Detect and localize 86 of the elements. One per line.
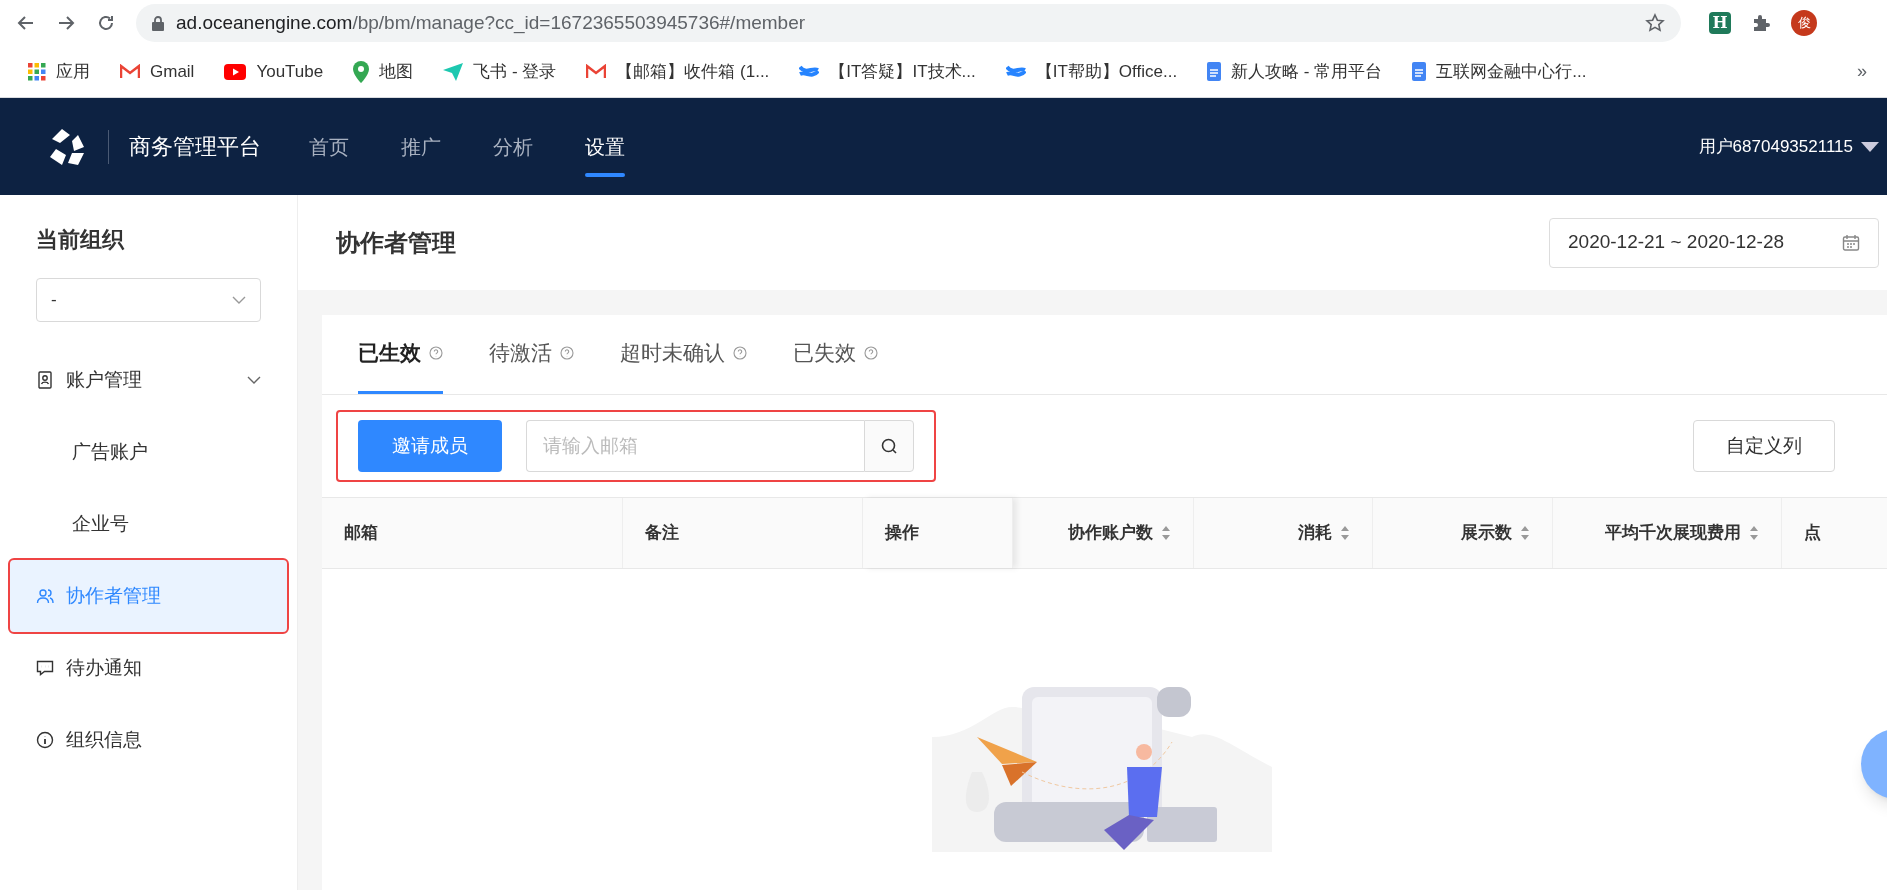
paper-plane-icon <box>443 62 464 81</box>
mail-icon <box>120 64 140 79</box>
bookmark-item[interactable]: 【IT帮助】Office... <box>997 53 1186 90</box>
id-badge-icon <box>36 371 54 389</box>
map-pin-icon <box>353 60 370 83</box>
bookmark-label: 新人攻略 - 常用平台 <box>1231 60 1383 83</box>
column-header[interactable]: 备注 <box>623 498 863 568</box>
document-icon <box>1412 62 1427 81</box>
bookmark-label: 互联网金融中心行... <box>1436 60 1587 83</box>
column-header[interactable]: 协作账户数 <box>1013 498 1194 568</box>
column-header[interactable]: 点 <box>1782 498 1887 568</box>
play-icon <box>224 63 247 80</box>
bookmark-item[interactable]: 【邮箱】收件箱 (1... <box>578 53 778 90</box>
calendar-icon <box>1842 233 1860 252</box>
bookmark-label: Gmail <box>150 60 195 83</box>
star-icon[interactable] <box>1645 13 1665 33</box>
bookmark-label: 【IT帮助】Office... <box>1035 60 1178 83</box>
bookmark-item[interactable]: 应用 <box>20 53 98 90</box>
mail-icon <box>586 64 607 79</box>
sort-icon[interactable] <box>1749 525 1759 541</box>
sort-icon[interactable] <box>1161 525 1171 541</box>
status-tab[interactable]: 超时未确认 <box>620 315 747 394</box>
bookmark-label: 【邮箱】收件箱 (1... <box>616 60 770 83</box>
sidebar-item[interactable]: 账户管理 <box>10 344 287 416</box>
address-bar[interactable]: ad.oceanengine.com/bp/bm/manage?cc_id=1672365503945736#/member <box>136 4 1681 42</box>
url-text: ad.oceanengine.com/bp/bm/manage?cc_id=1672365503945736#/member <box>176 10 807 36</box>
sort-icon[interactable] <box>1340 525 1350 541</box>
email-search-field[interactable]: 请输入邮箱 <box>526 420 864 472</box>
column-header[interactable]: 操作 <box>863 498 1013 568</box>
search-button[interactable] <box>864 420 914 472</box>
bookmark-label: 地图 <box>379 60 414 83</box>
column-header[interactable]: 消耗 <box>1194 498 1373 568</box>
sidebar-subitem[interactable]: 企业号 <box>10 488 287 560</box>
sidebar-heading: 当前组织 <box>35 226 126 254</box>
help-icon <box>733 346 747 360</box>
custom-columns-button[interactable]: 自定义列 <box>1693 420 1835 472</box>
nav-tab[interactable]: 推广 <box>401 98 441 195</box>
nav-tab[interactable]: 设置 <box>585 98 625 195</box>
bookmark-item[interactable]: YouTube <box>216 53 332 90</box>
column-header[interactable]: 邮箱 <box>322 498 623 568</box>
bookmark-label: 应用 <box>56 60 90 83</box>
bookmark-item[interactable]: 新人攻略 - 常用平台 <box>1199 53 1391 90</box>
org-select-value: - <box>51 289 57 312</box>
sidebar-item[interactable]: 组织信息 <box>10 704 287 776</box>
extension-icon[interactable]: H <box>1709 12 1731 34</box>
date-range-value: 2020-12-21 ~ 2020-12-28 <box>1568 230 1786 255</box>
bookmark-label: YouTube <box>256 60 324 83</box>
document-icon <box>1207 62 1222 81</box>
profile-avatar[interactable]: 俊 <box>1791 10 1817 36</box>
nav-tab[interactable]: 首页 <box>309 98 349 195</box>
status-tab[interactable]: 已生效 <box>358 315 443 394</box>
bookmark-item[interactable]: Gmail <box>112 53 203 90</box>
platform-title: 商务管理平台 <box>129 133 261 161</box>
sidebar-subitem[interactable]: 广告账户 <box>10 416 287 488</box>
bookmark-item[interactable]: 地图 <box>345 53 422 90</box>
bookmark-item[interactable]: 【IT答疑】IT技术... <box>791 53 984 90</box>
bookmark-item[interactable]: 互联网金融中心行... <box>1404 53 1595 90</box>
users-icon <box>36 587 54 605</box>
help-icon <box>560 346 574 360</box>
date-range-picker[interactable]: 2020-12-21 ~ 2020-12-28 <box>1549 217 1879 268</box>
search-icon <box>880 437 898 455</box>
column-header[interactable]: 平均千次展现费用 <box>1553 498 1782 568</box>
help-icon <box>864 346 878 360</box>
page-title: 协作者管理 <box>336 227 456 258</box>
nav-tab[interactable]: 分析 <box>493 98 533 195</box>
bookmark-label: 飞书 - 登录 <box>473 60 557 83</box>
lock-icon <box>152 15 164 31</box>
more-bookmarks-button[interactable]: » <box>1857 58 1867 85</box>
bookmark-item[interactable]: 飞书 - 登录 <box>435 53 565 90</box>
info-icon <box>36 731 54 749</box>
apps-grid-icon <box>28 62 46 81</box>
status-tab[interactable]: 待激活 <box>489 315 574 394</box>
column-header[interactable]: 展示数 <box>1373 498 1553 568</box>
chevron-down-icon <box>232 296 246 304</box>
message-icon <box>36 659 54 677</box>
status-tab[interactable]: 已失效 <box>793 315 878 394</box>
bookmark-label: 【IT答疑】IT技术... <box>829 60 976 83</box>
user-menu[interactable]: 用户6870493521115 <box>1698 133 1887 160</box>
caret-icon <box>1861 141 1879 152</box>
sort-icon[interactable] <box>1520 525 1530 541</box>
help-icon <box>429 346 443 360</box>
puzzle-icon[interactable] <box>1751 13 1771 33</box>
org-select[interactable]: - <box>36 278 261 322</box>
reload-icon[interactable] <box>96 13 116 33</box>
chevron-icon <box>247 376 261 384</box>
sidebar-item[interactable]: 待办通知 <box>10 632 287 704</box>
